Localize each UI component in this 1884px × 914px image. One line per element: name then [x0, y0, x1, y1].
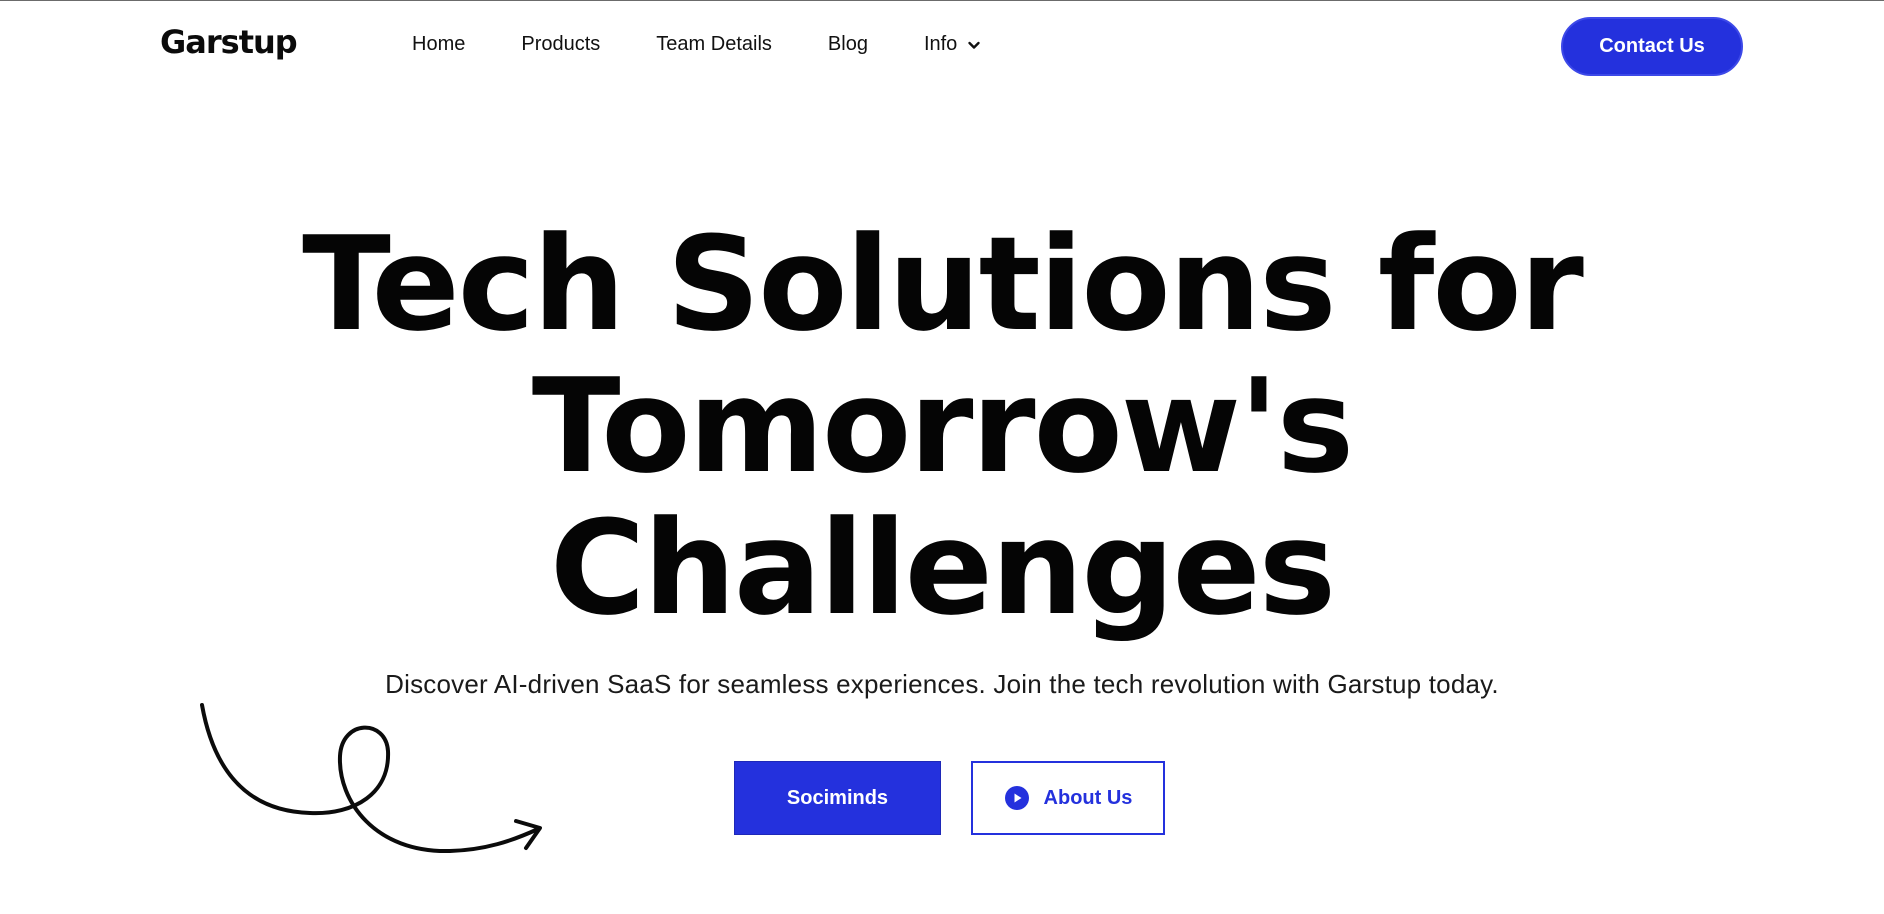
about-us-button[interactable]: About Us	[971, 761, 1165, 835]
contact-us-button[interactable]: Contact Us	[1561, 17, 1743, 76]
hero-title: Tech Solutions for Tomorrow's Challenges	[0, 213, 1884, 639]
play-circle-icon	[1004, 786, 1029, 810]
site-header: Garstup Home Products Team Details Blog …	[0, 1, 1884, 93]
sociminds-button[interactable]: Sociminds	[734, 761, 941, 835]
hero-title-line: Tomorrow's	[531, 350, 1354, 502]
nav-item-label: Home	[412, 33, 466, 55]
nav-item-info[interactable]: Info	[924, 33, 981, 56]
nav-item-label: Blog	[827, 33, 868, 55]
logo[interactable]: Garstup	[160, 23, 298, 61]
curly-arrow-icon	[200, 703, 542, 854]
nav-item-label: Info	[923, 33, 958, 55]
about-us-label: About Us	[1043, 786, 1133, 809]
chevron-down-icon	[968, 41, 980, 49]
hero-title-line: Challenges	[549, 492, 1336, 644]
nav-item-products[interactable]: Products	[521, 33, 600, 56]
nav-item-blog[interactable]: Blog	[828, 33, 868, 56]
main-nav: Home Products Team Details Blog Info	[412, 33, 981, 56]
nav-item-label: Products	[521, 33, 601, 55]
page: Garstup Home Products Team Details Blog …	[0, 0, 1884, 914]
hero-subtitle: Discover AI-driven SaaS for seamless exp…	[385, 669, 1499, 699]
nav-item-label: Team Details	[656, 33, 772, 55]
hero-title-line: Tech Solutions for	[302, 208, 1584, 360]
nav-item-home[interactable]: Home	[412, 33, 465, 56]
nav-item-team-details[interactable]: Team Details	[656, 33, 772, 56]
